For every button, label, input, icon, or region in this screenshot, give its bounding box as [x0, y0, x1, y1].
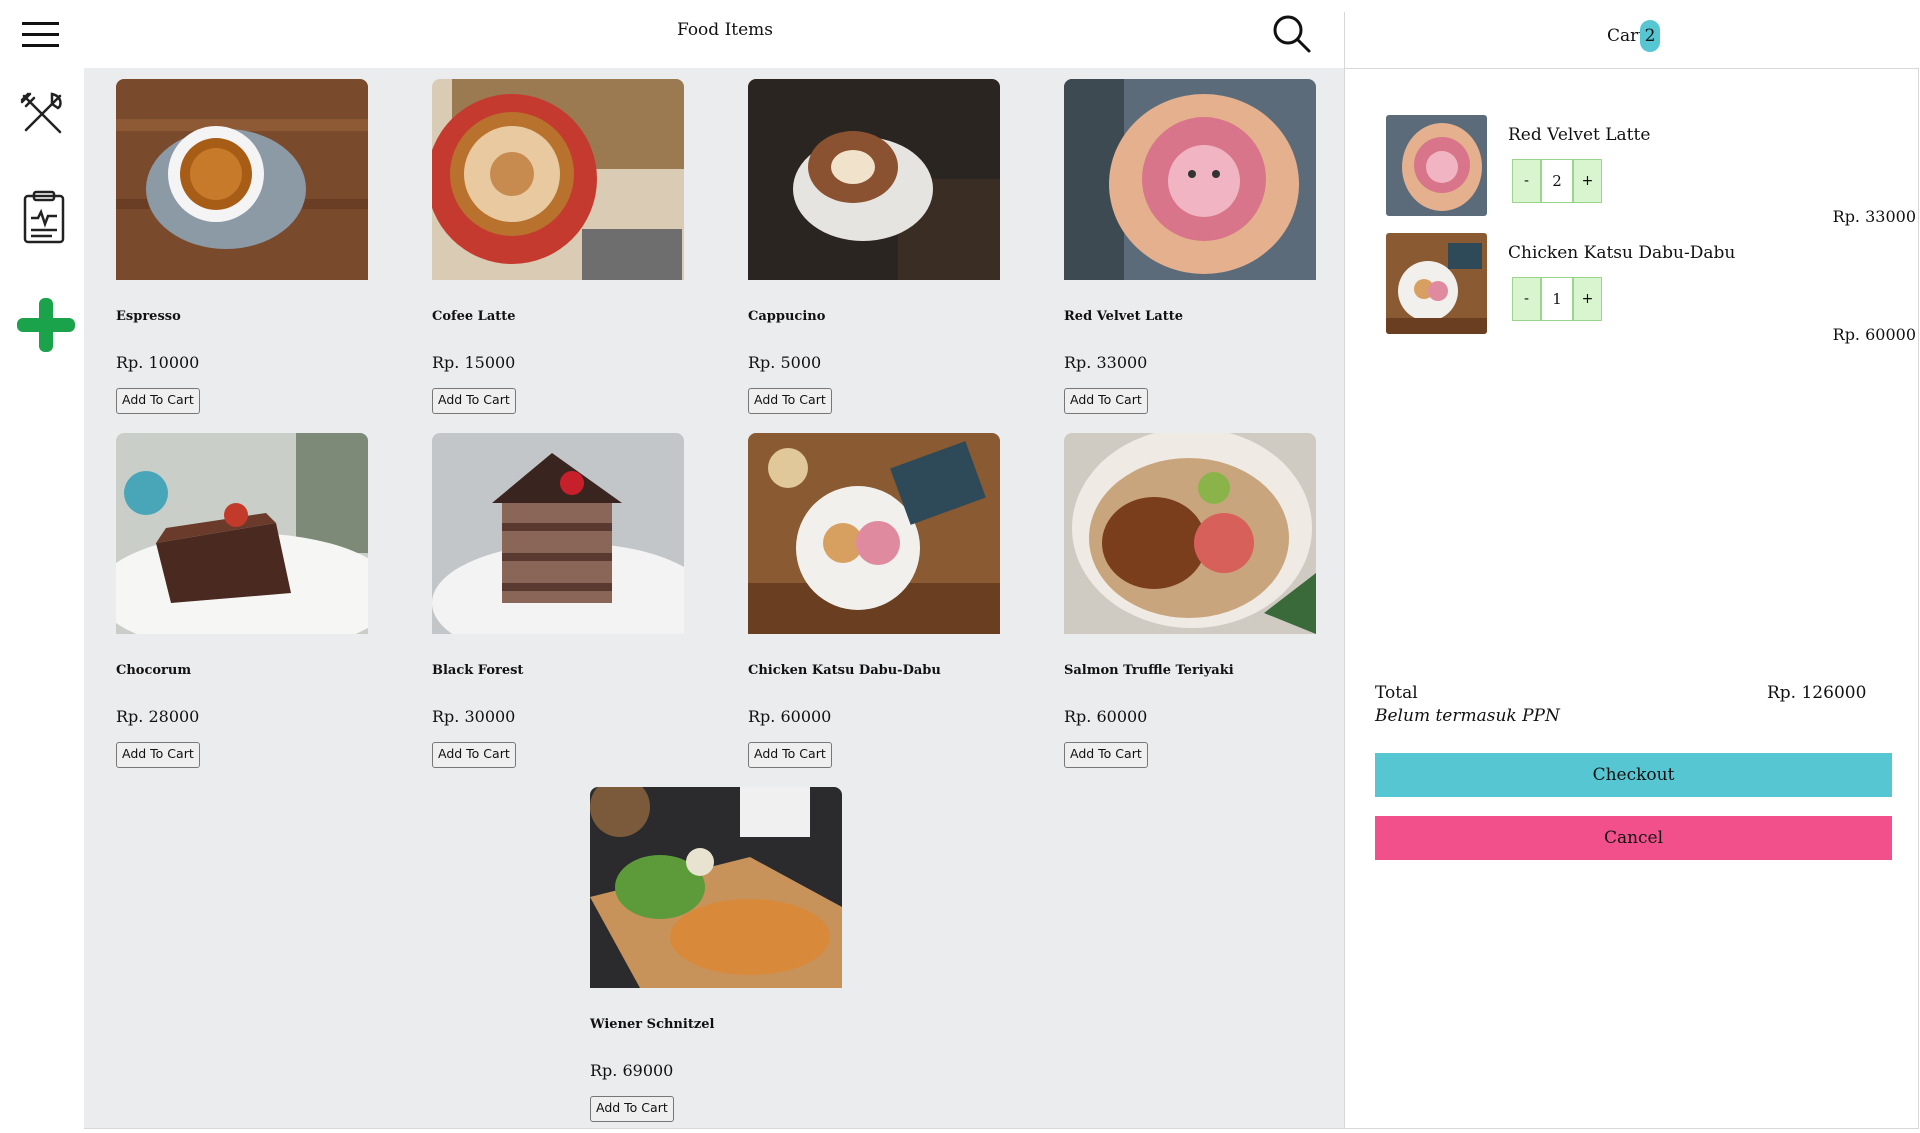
food-price: Rp. 15000 [432, 353, 516, 372]
food-image [432, 433, 684, 634]
add-icon[interactable] [17, 298, 75, 356]
food-card: Salmon Truffle Teriyaki Rp. 60000 Add To… [1064, 433, 1316, 768]
food-name: Cofee Latte [432, 309, 516, 324]
food-grid: Espresso Rp. 10000 Add To Cart Cofee Lat… [84, 68, 1344, 1128]
utensils-icon[interactable] [18, 90, 66, 142]
food-price: Rp. 5000 [748, 353, 822, 372]
food-name: Chicken Katsu Dabu-Dabu [748, 663, 941, 678]
add-to-cart-button[interactable]: Add To Cart [748, 742, 832, 768]
divider [1344, 12, 1345, 1128]
food-name: Red Velvet Latte [1064, 309, 1183, 324]
food-image [1064, 79, 1316, 280]
cart-item-image [1386, 233, 1487, 334]
quantity-value: 1 [1541, 277, 1573, 321]
food-name: Chocorum [116, 663, 192, 678]
food-image [748, 79, 1000, 280]
add-to-cart-button[interactable]: Add To Cart [590, 1096, 674, 1122]
icon-sidebar [0, 0, 84, 1133]
cart-item-name: Red Velvet Latte [1508, 125, 1651, 145]
cart-item-name: Chicken Katsu Dabu-Dabu [1508, 243, 1736, 263]
food-price: Rp. 33000 [1064, 353, 1148, 372]
add-to-cart-button[interactable]: Add To Cart [748, 388, 832, 414]
increase-button[interactable]: + [1573, 277, 1602, 321]
food-image [590, 787, 842, 988]
decrease-button[interactable]: - [1512, 159, 1541, 203]
food-card: Chicken Katsu Dabu-Dabu Rp. 60000 Add To… [748, 433, 1000, 768]
quantity-stepper: - 1 + [1512, 277, 1602, 321]
cart-item-price: Rp. 60000 [1832, 325, 1916, 344]
food-price: Rp. 28000 [116, 707, 200, 726]
cart-header: Cart 2 [1345, 0, 1918, 68]
decrease-button[interactable]: - [1512, 277, 1541, 321]
cart-item-image [1386, 115, 1487, 216]
food-image [748, 433, 1000, 634]
food-name: Black Forest [432, 663, 524, 678]
food-name: Cappucino [748, 309, 826, 324]
food-image [116, 433, 368, 634]
food-card: Wiener Schnitzel Rp. 69000 Add To Cart [590, 787, 842, 1122]
food-card: Red Velvet Latte Rp. 33000 Add To Cart [1064, 79, 1316, 414]
food-card: Espresso Rp. 10000 Add To Cart [116, 79, 368, 414]
add-to-cart-button[interactable]: Add To Cart [1064, 742, 1148, 768]
food-price: Rp. 69000 [590, 1061, 674, 1080]
quantity-stepper: - 2 + [1512, 159, 1602, 203]
add-to-cart-button[interactable]: Add To Cart [432, 388, 516, 414]
add-to-cart-button[interactable]: Add To Cart [432, 742, 516, 768]
add-to-cart-button[interactable]: Add To Cart [116, 742, 200, 768]
total-label: Total [1375, 683, 1418, 703]
food-card: Cofee Latte Rp. 15000 Add To Cart [432, 79, 684, 414]
food-price: Rp. 60000 [1064, 707, 1148, 726]
divider [1918, 68, 1919, 1128]
menu-icon[interactable] [22, 20, 60, 54]
tax-note: Belum termasuk PPN [1375, 706, 1560, 726]
cancel-button[interactable]: Cancel [1375, 816, 1892, 860]
page-title: Food Items [676, 20, 774, 40]
add-to-cart-button[interactable]: Add To Cart [1064, 388, 1148, 414]
total-value: Rp. 126000 [1767, 683, 1867, 703]
cart-item-price: Rp. 33000 [1832, 207, 1916, 226]
food-price: Rp. 60000 [748, 707, 832, 726]
food-card: Chocorum Rp. 28000 Add To Cart [116, 433, 368, 768]
increase-button[interactable]: + [1573, 159, 1602, 203]
food-name: Salmon Truffle Teriyaki [1064, 663, 1234, 678]
food-card: Cappucino Rp. 5000 Add To Cart [748, 79, 1000, 414]
food-name: Wiener Schnitzel [590, 1017, 715, 1032]
food-price: Rp. 10000 [116, 353, 200, 372]
food-image [116, 79, 368, 280]
clipboard-icon[interactable] [22, 190, 66, 248]
divider [1345, 68, 1918, 69]
search-icon[interactable] [1272, 14, 1312, 58]
quantity-value: 2 [1541, 159, 1573, 203]
food-price: Rp. 30000 [432, 707, 516, 726]
add-to-cart-button[interactable]: Add To Cart [116, 388, 200, 414]
food-card: Black Forest Rp. 30000 Add To Cart [432, 433, 684, 768]
cart-count-badge: 2 [1640, 20, 1660, 52]
checkout-button[interactable]: Checkout [1375, 753, 1892, 797]
food-image [432, 79, 684, 280]
header: Food Items [84, 0, 1344, 68]
food-image [1064, 433, 1316, 634]
divider [84, 1128, 1919, 1129]
food-name: Espresso [116, 309, 181, 324]
